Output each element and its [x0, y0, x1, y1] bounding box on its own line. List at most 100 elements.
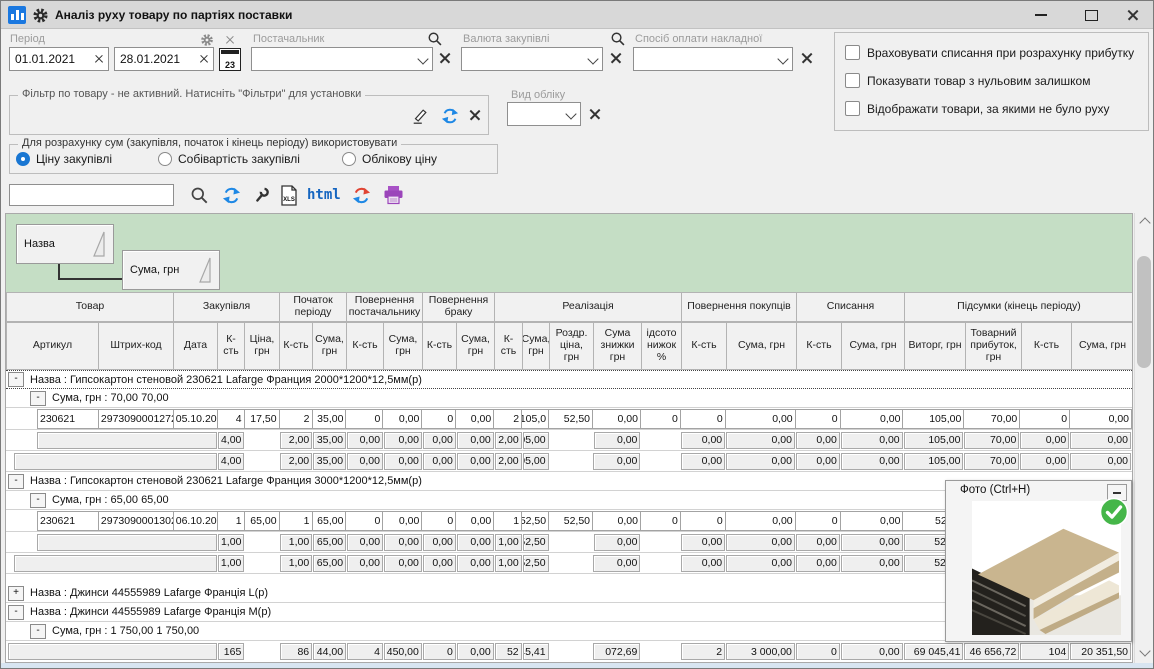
column-header[interactable]: К-сть — [495, 322, 523, 370]
column-header[interactable]: К-сть — [280, 322, 313, 370]
grid-cell[interactable]: 0,00 — [383, 409, 422, 429]
grid-cell[interactable]: 65,00 — [245, 511, 280, 531]
supplier-dropdown[interactable] — [251, 47, 433, 71]
column-header[interactable]: Артикул — [6, 322, 99, 370]
grid-cell[interactable]: 2 — [494, 409, 522, 429]
column-group-header[interactable]: Реалізація — [495, 292, 682, 322]
radio-option-2[interactable]: Собівартість закупівлі — [158, 152, 300, 166]
grid-cell[interactable]: 0 — [422, 409, 456, 429]
date-from-clear-icon[interactable] — [90, 52, 108, 66]
accounting-dropdown[interactable] — [507, 102, 581, 126]
payment-dropdown[interactable] — [633, 47, 793, 71]
clear-filter-icon[interactable] — [468, 108, 482, 122]
scrollbar-thumb[interactable] — [1137, 256, 1151, 368]
column-header[interactable]: Виторг, грн — [905, 322, 966, 370]
maximize-button[interactable] — [1069, 1, 1113, 29]
column-header[interactable]: Роздр. ціна, грн — [550, 322, 594, 370]
column-header[interactable]: Сума, грн — [727, 322, 797, 370]
grid-cell[interactable]: 52,50 — [549, 409, 593, 429]
supplier-clear-icon[interactable] — [438, 51, 452, 65]
grid-cell[interactable]: 0 — [681, 409, 726, 429]
currency-search-icon[interactable] — [609, 30, 627, 48]
refresh-filter-icon[interactable] — [440, 106, 460, 126]
grid-cell[interactable]: 0 — [346, 409, 383, 429]
currency-dropdown[interactable] — [461, 47, 603, 71]
column-group-header[interactable]: Повернення браку — [423, 292, 495, 322]
settings-wrench-icon[interactable] — [251, 185, 271, 205]
column-header[interactable]: ідсото нижок % — [642, 322, 682, 370]
column-header[interactable]: К-сть — [218, 322, 245, 370]
search-icon[interactable] — [189, 185, 209, 205]
grid-cell[interactable]: 1 — [280, 511, 313, 531]
column-header[interactable]: К-сть — [423, 322, 457, 370]
grid-cell[interactable]: 52,50 — [549, 511, 593, 531]
grid-cell[interactable]: 35,00 — [313, 409, 347, 429]
column-header[interactable]: Сума, грн — [313, 322, 347, 370]
date-from-field[interactable]: 01.01.2021 — [9, 47, 109, 71]
vertical-scrollbar[interactable] — [1134, 213, 1153, 663]
grid-cell[interactable]: 0 — [796, 511, 841, 531]
calendar-icon[interactable]: 23 — [219, 48, 241, 71]
grid-cell[interactable]: 0 — [641, 511, 681, 531]
grid-cell[interactable]: 230621 — [37, 409, 99, 429]
column-header[interactable]: К-сть — [682, 322, 727, 370]
checkbox-option-3[interactable]: Відображати товари, за якими не було рух… — [845, 101, 1109, 116]
period-clear-icon[interactable] — [223, 33, 237, 47]
checkbox-option-1[interactable]: Враховувати списання при розрахунку приб… — [845, 45, 1134, 60]
column-group-header[interactable]: Товар — [6, 292, 174, 322]
grid-cell[interactable]: 0,00 — [1070, 409, 1132, 429]
column-group-header[interactable]: Повернення постачальнику — [347, 292, 423, 322]
supplier-chevron-icon[interactable] — [414, 55, 432, 63]
checkbox-icon[interactable] — [845, 45, 860, 60]
data-row[interactable]: 230621297309000127205.10.20417,50235,000… — [6, 408, 1132, 430]
group-row[interactable]: -Сума, грн : 70,00 70,00 — [6, 389, 1132, 408]
grid-cell[interactable]: 0 — [796, 409, 841, 429]
collapse-icon[interactable]: - — [30, 624, 46, 639]
grid-cell[interactable]: 06.10.20 — [174, 511, 218, 531]
grid-cell[interactable]: 52,50 — [522, 511, 549, 531]
date-to-clear-icon[interactable] — [195, 52, 213, 66]
column-header[interactable]: Сума, грн — [1072, 322, 1133, 370]
total-row[interactable]: 1658644,004450,0000,005245,41072,6923 00… — [6, 641, 1132, 662]
column-header[interactable]: К-сть — [347, 322, 384, 370]
grid-cell[interactable]: 1 — [218, 511, 245, 531]
grid-cell[interactable]: 0,00 — [841, 409, 904, 429]
print-icon[interactable] — [382, 184, 404, 206]
grid-cell[interactable]: 05.10.20 — [174, 409, 218, 429]
column-header[interactable]: Штрих-код — [99, 322, 174, 370]
column-group-header[interactable]: Закупівля — [174, 292, 280, 322]
currency-clear-icon[interactable] — [609, 51, 623, 65]
grid-cell[interactable]: 0,00 — [726, 511, 796, 531]
expand-icon[interactable]: + — [8, 586, 24, 601]
grid-cell[interactable]: 0 — [346, 511, 383, 531]
grid-cell[interactable]: 0 — [641, 409, 681, 429]
confirm-check-icon[interactable] — [1099, 497, 1129, 527]
column-header[interactable]: Сума знижки грн — [594, 322, 642, 370]
radio-option-3[interactable]: Облікову ціну — [342, 152, 437, 166]
radio-icon[interactable] — [158, 152, 172, 166]
grid-cell[interactable]: 0 — [422, 511, 456, 531]
collapse-icon[interactable]: - — [8, 605, 24, 620]
group-row[interactable]: -Назва : Гипсокартон стеновой 230621 Laf… — [6, 370, 1132, 389]
export-html-icon[interactable]: html — [307, 187, 341, 203]
checkbox-option-2[interactable]: Показувати товар з нульовим залишком — [845, 73, 1090, 88]
column-header[interactable]: Товарний прибуток, грн — [966, 322, 1022, 370]
period-gear-icon[interactable] — [199, 32, 215, 48]
search-input[interactable] — [9, 184, 174, 206]
gear-icon[interactable] — [31, 6, 49, 24]
scroll-up-button[interactable] — [1135, 213, 1154, 233]
checkbox-icon[interactable] — [845, 73, 860, 88]
grid-cell[interactable]: 4 — [218, 409, 245, 429]
accounting-clear-icon[interactable] — [588, 107, 602, 121]
collapse-icon[interactable]: - — [8, 474, 24, 489]
grid-cell[interactable]: 17,50 — [245, 409, 280, 429]
accounting-chevron-icon[interactable] — [562, 110, 580, 118]
grid-cell[interactable]: 0,00 — [726, 409, 796, 429]
column-header[interactable]: К-сть — [1022, 322, 1072, 370]
grid-cell[interactable]: 105,00 — [903, 409, 964, 429]
column-header[interactable]: Сума, грн — [842, 322, 905, 370]
grid-cell[interactable]: 0,00 — [456, 511, 494, 531]
grid-cell[interactable]: 70,00 — [964, 409, 1020, 429]
checkbox-icon[interactable] — [845, 101, 860, 116]
grid-cell[interactable]: 230621 — [37, 511, 99, 531]
